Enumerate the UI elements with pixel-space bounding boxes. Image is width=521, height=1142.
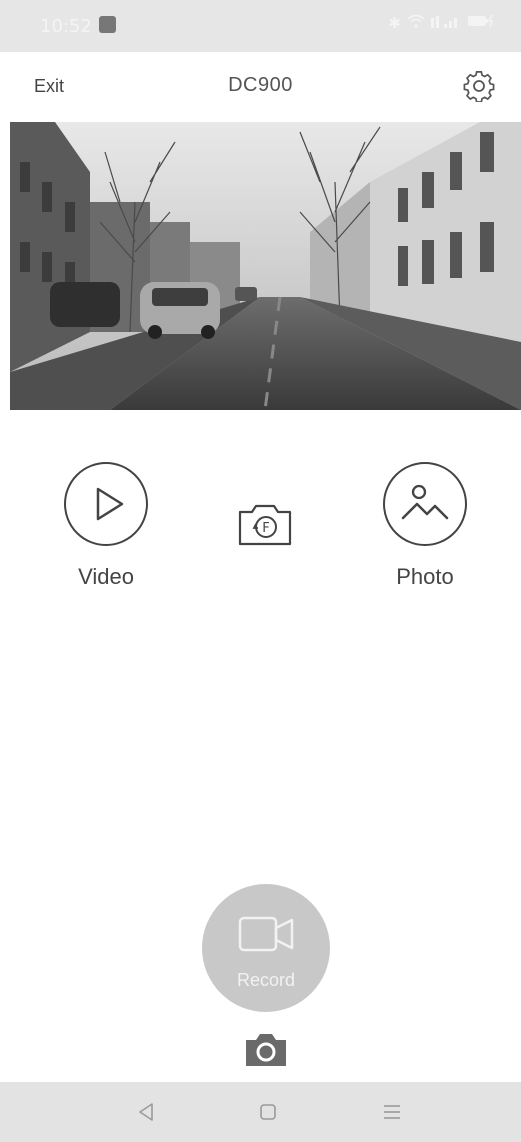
status-time: 10:52 <box>40 16 92 37</box>
camera-icon[interactable] <box>244 1032 288 1068</box>
status-bar: 10:52 ✱ <box>0 0 521 52</box>
video-mode-button[interactable]: Video <box>58 462 154 590</box>
video-camera-icon <box>238 916 294 952</box>
photo-mode-button[interactable]: Photo <box>377 462 473 590</box>
record-label: Record <box>236 970 296 990</box>
system-navigation-bar <box>0 1082 521 1142</box>
back-triangle-icon[interactable] <box>134 1100 158 1124</box>
notification-app-icon <box>99 16 116 33</box>
system-icons: ✱ <box>388 14 495 32</box>
wifi-icon <box>407 14 425 32</box>
gear-icon[interactable] <box>463 70 495 103</box>
record-button[interactable]: Record <box>202 884 330 1012</box>
signal-icon <box>431 14 461 32</box>
app-header: Exit DC900 <box>0 52 521 122</box>
camera-switch-front-icon[interactable]: F <box>236 500 296 548</box>
page-title: DC900 <box>228 74 293 96</box>
svg-text:F: F <box>262 521 269 536</box>
home-square-icon[interactable] <box>256 1100 280 1124</box>
video-label: Video <box>78 564 134 589</box>
play-icon <box>64 462 148 546</box>
camera-live-view <box>10 122 521 410</box>
bluetooth-icon: ✱ <box>388 14 401 32</box>
photo-gallery-icon <box>383 462 467 546</box>
photo-label: Photo <box>396 564 454 589</box>
battery-charging-icon <box>467 14 495 32</box>
menu-lines-icon[interactable] <box>380 1100 404 1124</box>
